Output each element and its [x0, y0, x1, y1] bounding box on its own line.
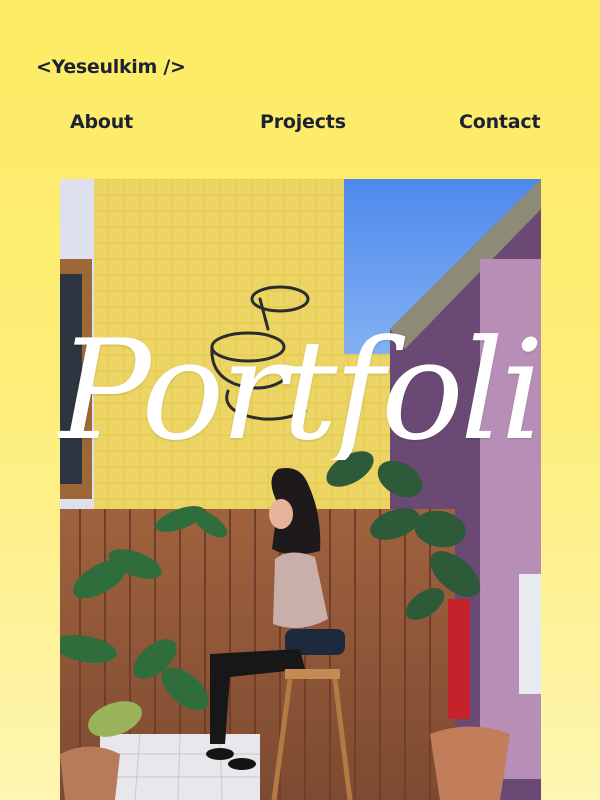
- site-logo[interactable]: <Yeseulkim />: [36, 56, 186, 78]
- nav-link-about[interactable]: About: [70, 111, 133, 133]
- nav-link-projects[interactable]: Projects: [260, 111, 346, 133]
- nav-link-contact[interactable]: Contact: [459, 111, 541, 133]
- main-nav: About Projects Contact: [0, 111, 600, 137]
- hero-title: Portfoli: [58, 322, 542, 460]
- hero-photo: [60, 179, 541, 800]
